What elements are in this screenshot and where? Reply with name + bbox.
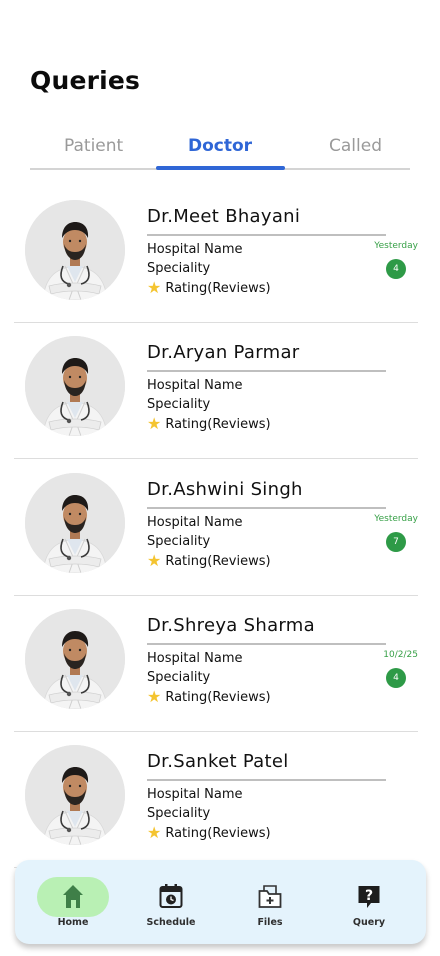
star-icon: ★ [147,687,162,706]
page-title: Queries [30,66,141,95]
unread-count-badge: 4 [386,259,406,279]
rating-label: Rating(Reviews) [165,825,271,841]
doctor-avatar [25,336,125,436]
last-message-date: 10/2/25 [383,650,418,660]
speciality: Speciality [147,806,211,821]
question-chat-icon: ? [358,886,380,908]
nav-home-label: Home [57,917,89,928]
name-divider [147,507,386,509]
nav-home[interactable]: Home [28,860,118,944]
tab-patient[interactable]: Patient [64,136,123,156]
hospital-name: Hospital Name [147,787,243,802]
doctor-name: Dr.Aryan Parmar [147,342,300,363]
doctor-name: Dr.Meet Bhayani [147,206,301,227]
tab-called[interactable]: Called [329,136,382,156]
nav-schedule[interactable]: Schedule [126,860,216,944]
unread-count-badge: 4 [386,668,406,688]
medical-folder-icon [258,885,282,908]
nav-files[interactable]: Files [225,860,315,944]
rating: ★ Rating(Reviews) [147,553,271,569]
last-message-date: Yesterday [374,241,418,251]
speciality: Speciality [147,397,211,412]
doctor-card[interactable]: Dr.Meet Bhayani Hospital Name Speciality… [14,186,418,323]
bottom-nav: Home Schedule Files ? Query [15,860,426,944]
star-icon: ★ [147,823,162,842]
home-icon [63,885,83,908]
tab-bar: Patient Doctor Called [30,130,410,170]
doctor-avatar [25,473,125,573]
hospital-name: Hospital Name [147,242,243,257]
doctor-name: Dr.Shreya Sharma [147,615,315,636]
speciality: Speciality [147,534,211,549]
hospital-name: Hospital Name [147,378,243,393]
doctor-avatar [25,200,125,300]
rating: ★ Rating(Reviews) [147,825,271,841]
rating-label: Rating(Reviews) [165,689,271,705]
unread-count-badge: 7 [386,532,406,552]
doctor-card[interactable]: Dr.Sanket Patel Hospital Name Speciality… [14,731,418,868]
doctor-avatar [25,745,125,845]
tab-doctor[interactable]: Doctor [188,136,252,156]
name-divider [147,779,386,781]
nav-schedule-label: Schedule [146,917,196,928]
name-divider [147,643,386,645]
rating-label: Rating(Reviews) [165,553,271,569]
star-icon: ★ [147,551,162,570]
name-divider [147,234,386,236]
name-divider [147,370,386,372]
calendar-clock-icon [159,884,183,908]
doctor-card[interactable]: Dr.Shreya Sharma Hospital Name Specialit… [14,595,418,732]
rating: ★ Rating(Reviews) [147,280,271,296]
nav-query[interactable]: ? Query [324,860,414,944]
svg-text:?: ? [365,888,373,904]
speciality: Speciality [147,670,211,685]
rating-label: Rating(Reviews) [165,416,271,432]
doctor-card[interactable]: Dr.Ashwini Singh Hospital Name Specialit… [14,459,418,596]
doctor-avatar [25,609,125,709]
doctor-card[interactable]: Dr.Aryan Parmar Hospital Name Speciality… [14,322,418,459]
star-icon: ★ [147,278,162,297]
doctor-name: Dr.Sanket Patel [147,751,289,772]
hospital-name: Hospital Name [147,651,243,666]
nav-query-label: Query [352,917,386,928]
hospital-name: Hospital Name [147,515,243,530]
last-message-date: Yesterday [374,514,418,524]
star-icon: ★ [147,414,162,433]
rating-label: Rating(Reviews) [165,280,271,296]
speciality: Speciality [147,261,211,276]
doctor-name: Dr.Ashwini Singh [147,479,303,500]
rating: ★ Rating(Reviews) [147,689,271,705]
nav-files-label: Files [257,917,283,928]
rating: ★ Rating(Reviews) [147,416,271,432]
active-tab-indicator [156,166,285,170]
